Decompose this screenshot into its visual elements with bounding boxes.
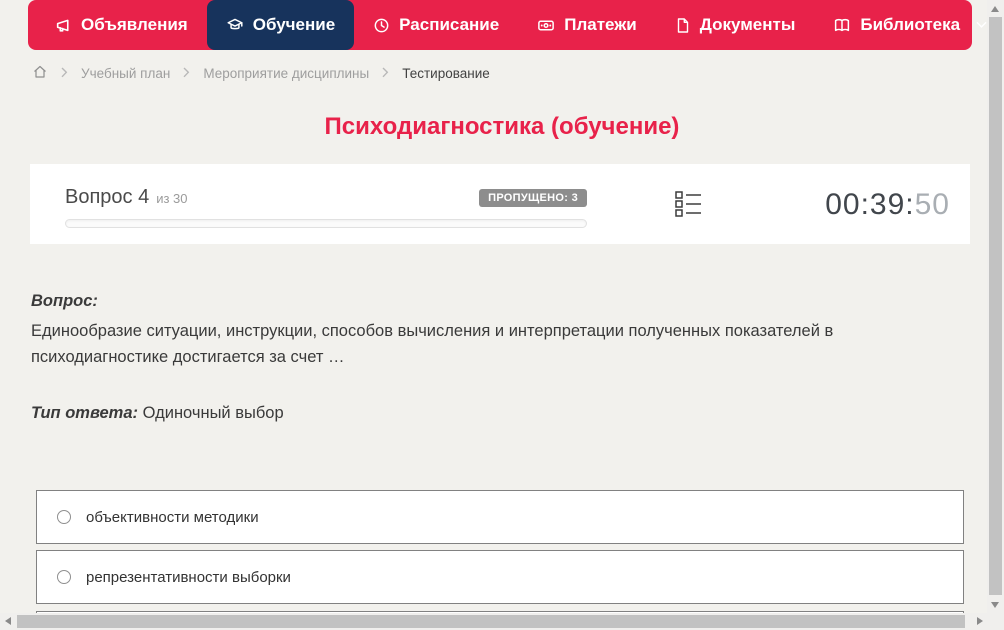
nav-item-label: Объявления: [81, 15, 188, 34]
question-header-card: Вопрос 4 из 30 ПРОПУЩЕНО: 3 00:39:50: [30, 164, 970, 244]
banknote-icon: [537, 17, 555, 34]
question-total: из 30: [156, 191, 188, 206]
top-navigation: Объявления Обучение Расписание Платежи Д…: [28, 0, 987, 50]
question-text: Единообразие ситуации, инструкции, спосо…: [31, 322, 834, 366]
nav-item-learning[interactable]: Обучение: [206, 0, 355, 50]
nav-item-label: Платежи: [564, 15, 637, 34]
progress-bar: [65, 219, 587, 228]
answer-option-label: объективности методики: [86, 508, 259, 526]
nav-item-label: Библиотека: [860, 15, 961, 34]
question-heading: Вопрос:: [31, 292, 98, 310]
timer: 00:39:50: [825, 188, 950, 222]
scroll-right-arrow-icon[interactable]: [977, 617, 983, 625]
vertical-scrollbar-thumb[interactable]: [989, 17, 1002, 595]
scroll-down-arrow-icon[interactable]: [991, 602, 999, 608]
scroll-left-arrow-icon[interactable]: [5, 617, 11, 625]
radio-button[interactable]: [57, 510, 71, 524]
megaphone-icon: [55, 17, 72, 34]
skipped-badge: ПРОПУЩЕНО: 3: [479, 188, 587, 207]
answer-type-label: Тип ответа:: [31, 404, 139, 422]
radio-button[interactable]: [57, 570, 71, 584]
nav-item-library[interactable]: Библиотека: [814, 0, 1004, 50]
breadcrumb-item-curriculum[interactable]: Учебный план: [81, 66, 170, 81]
answer-option-2[interactable]: репрезентативности выборки: [36, 550, 964, 604]
timer-main: 00:39:: [825, 188, 915, 221]
vertical-scrollbar[interactable]: [987, 0, 1004, 613]
chevron-down-icon: [976, 21, 987, 29]
clock-icon: [373, 17, 390, 34]
page-title: Психодиагностика (обучение): [324, 113, 680, 140]
open-book-icon: [833, 17, 851, 34]
answer-type-value: Одиночный выбор: [142, 404, 284, 422]
nav-item-announcements[interactable]: Объявления: [36, 0, 207, 50]
breadcrumb-separator-icon: [382, 66, 389, 81]
answer-options: объективности методики репрезентативност…: [36, 490, 964, 627]
answer-option-label: репрезентативности выборки: [86, 568, 291, 586]
breadcrumb-item-discipline-event[interactable]: Мероприятие дисциплины: [203, 66, 369, 81]
timer-seconds: 50: [914, 188, 950, 221]
answer-type-row: Тип ответа: Одиночный выбор: [31, 404, 284, 423]
breadcrumb-separator-icon: [183, 66, 190, 81]
nav-item-payments[interactable]: Платежи: [518, 0, 656, 50]
nav-item-documents[interactable]: Документы: [656, 0, 815, 50]
question-progress-block: Вопрос 4 из 30 ПРОПУЩЕНО: 3: [65, 186, 587, 228]
nav-item-label: Документы: [699, 15, 796, 34]
question-number: Вопрос 4: [65, 186, 150, 208]
breadcrumb-separator-icon: [61, 66, 68, 81]
nav-item-schedule[interactable]: Расписание: [354, 0, 518, 50]
question-list-icon[interactable]: [675, 189, 702, 224]
document-icon: [675, 17, 691, 34]
horizontal-scrollbar-thumb[interactable]: [17, 615, 965, 628]
graduation-cap-icon: [226, 17, 244, 34]
scroll-up-arrow-icon[interactable]: [991, 6, 999, 12]
horizontal-scrollbar[interactable]: [0, 613, 1004, 630]
breadcrumb-item-testing: Тестирование: [402, 65, 490, 81]
home-icon[interactable]: [32, 64, 48, 82]
breadcrumb: Учебный план Мероприятие дисциплины Тест…: [32, 60, 490, 86]
answer-option-1[interactable]: объективности методики: [36, 490, 964, 544]
nav-item-label: Обучение: [252, 15, 336, 34]
question-block: Вопрос: Единообразие ситуации, инструкци…: [31, 292, 911, 370]
nav-item-label: Расписание: [399, 15, 500, 34]
